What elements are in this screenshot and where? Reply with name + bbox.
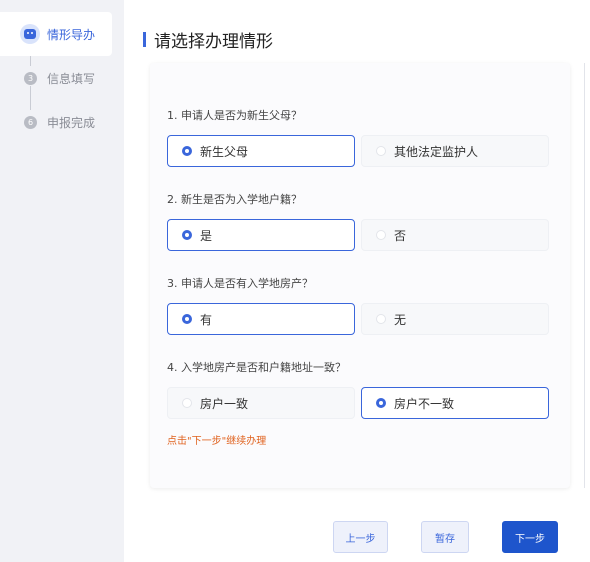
option-address-mismatch[interactable]: 房户不一致: [361, 387, 549, 419]
option-address-match[interactable]: 房户一致: [167, 387, 355, 419]
radio-icon: [182, 146, 192, 156]
radio-icon: [182, 398, 192, 408]
step-complete[interactable]: 6 申报完成: [0, 100, 112, 144]
radio-icon: [376, 230, 386, 240]
option-label: 否: [394, 228, 407, 243]
question-4: 4. 入学地房产是否和户籍地址一致？: [167, 361, 346, 374]
save-draft-button[interactable]: 暂存: [421, 521, 469, 553]
title-accent-bar: [143, 32, 146, 47]
option-label: 房户一致: [200, 396, 249, 411]
robot-icon: [20, 24, 40, 44]
question-2: 2. 新生是否为入学地户籍？: [167, 193, 302, 206]
option-label: 新生父母: [200, 144, 249, 159]
step-info-fill[interactable]: 3 信息填写: [0, 56, 112, 100]
step-sidebar: 情形导办 3 信息填写 6 申报完成: [0, 0, 124, 562]
step-number-badge: 6: [24, 115, 37, 129]
option-label: 是: [200, 228, 213, 243]
option-other-guardian[interactable]: 其他法定监护人: [361, 135, 549, 167]
option-no[interactable]: 否: [361, 219, 549, 251]
option-new-parents[interactable]: 新生父母: [167, 135, 355, 167]
option-no-property[interactable]: 无: [361, 303, 549, 335]
radio-icon: [376, 398, 386, 408]
next-step-button[interactable]: 下一步: [502, 521, 558, 553]
continue-hint: 点击"下一步"继续办理: [167, 436, 267, 447]
option-has-property[interactable]: 有: [167, 303, 355, 335]
option-label: 房户不一致: [394, 396, 455, 411]
question-3: 3. 申请人是否有入学地房产？: [167, 277, 313, 290]
radio-icon: [376, 314, 386, 324]
option-label: 无: [394, 312, 407, 327]
step-label: 申报完成: [47, 115, 96, 130]
step-label: 信息填写: [47, 71, 96, 86]
prev-step-button[interactable]: 上一步: [333, 521, 388, 553]
divider: [584, 63, 585, 488]
radio-icon: [182, 230, 192, 240]
radio-icon: [182, 314, 192, 324]
radio-icon: [376, 146, 386, 156]
step-number-badge: 3: [24, 71, 37, 85]
option-label: 其他法定监护人: [394, 144, 479, 159]
page-title-text: 请选择办理情形: [154, 32, 273, 52]
step-situation-guide[interactable]: 情形导办: [0, 12, 112, 56]
page-title: 请选择办理情形: [143, 27, 273, 52]
option-label: 有: [200, 312, 213, 327]
option-yes[interactable]: 是: [167, 219, 355, 251]
step-label: 情形导办: [47, 27, 96, 42]
question-1: 1. 申请人是否为新生父母？: [167, 109, 302, 122]
